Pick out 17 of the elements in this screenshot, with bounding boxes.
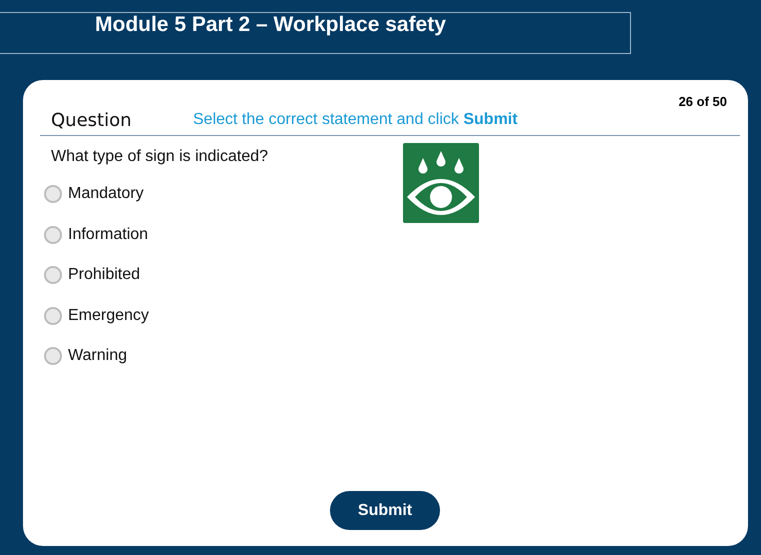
radio-button[interactable] (44, 266, 62, 284)
radio-button[interactable] (44, 347, 62, 366)
option-label[interactable]: Information (68, 226, 148, 244)
option-label[interactable]: Prohibited (68, 266, 140, 284)
eye-sign-icon (403, 143, 479, 223)
question-counter: 26 of 50 (678, 93, 727, 109)
instruction-text: Select the correct statement and click Submit (193, 111, 518, 130)
submit-button[interactable]: Submit (330, 491, 440, 530)
question-heading: Question (51, 110, 133, 133)
module-title: Module 5 Part 2 – Workplace safety (94, 13, 447, 37)
option-label[interactable]: Mandatory (68, 185, 144, 204)
question-text: What type of sign is indicated? (50, 147, 270, 167)
radio-button[interactable] (44, 226, 62, 244)
option-label[interactable]: Warning (68, 347, 127, 366)
radio-button[interactable] (44, 306, 62, 325)
option-label[interactable]: Emergency (68, 306, 149, 325)
radio-button[interactable] (44, 185, 62, 204)
